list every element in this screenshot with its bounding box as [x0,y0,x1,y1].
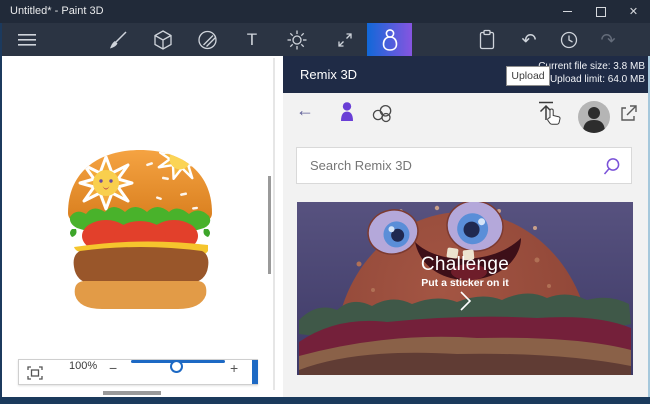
canvas-vertical-scrollbar-track[interactable] [273,58,275,390]
remix-3d-tab-button[interactable] [367,23,412,56]
profile-icon [341,102,353,121]
zoom-out-button[interactable]: − [109,360,117,376]
minimize-icon [562,11,572,12]
account-button[interactable] [578,101,610,138]
fit-to-view-button[interactable] [27,366,43,385]
back-arrow-icon: ← [296,100,314,120]
back-button[interactable]: ← [296,101,314,119]
paste-icon [479,29,495,49]
canvas-horizontal-scrollbar-thumb[interactable] [103,391,161,395]
brushes-tool-button[interactable] [103,23,133,56]
close-icon: ✕ [628,6,639,18]
zoom-slider-thumb[interactable] [170,360,183,373]
brush-icon [110,30,127,48]
challenge-subtitle: Put a sticker on it [421,277,509,289]
share-button[interactable] [620,104,638,127]
sticker-icon [198,30,217,49]
3d-shapes-icon [154,29,172,50]
chevron-right-icon[interactable] [457,290,473,312]
paint3d-window: Untitled* - Paint 3D ✕ T ↶ ↷ 100% − + Re… [0,0,650,404]
file-size-info: Current file size: 3.8 MB Upload limit: … [538,60,645,86]
burger-artwork[interactable] [62,147,218,311]
zoom-in-button[interactable]: + [230,360,238,376]
upload-limit: Upload limit: 64.0 MB [549,74,645,85]
undo-icon: ↶ [521,29,537,50]
fit-to-view-icon [27,366,43,380]
redo-button[interactable]: ↷ [593,23,623,56]
remix-3d-icon [382,28,397,51]
challenge-card[interactable]: Challenge Put a sticker on it [297,202,633,375]
upload-tooltip: Upload [506,66,550,86]
boards-nav-button[interactable] [371,104,394,128]
text-tool-button[interactable]: T [237,23,267,56]
canvas-icon [338,32,352,47]
window-bottom-border [0,397,650,404]
search-icon[interactable] [602,157,621,176]
undo-button[interactable]: ↶ [514,23,544,56]
hand-cursor-icon [547,108,561,125]
effects-icon [287,30,307,49]
3d-shapes-tool-button[interactable] [148,23,178,56]
hamburger-menu-icon [18,33,36,46]
canvas-tool-button[interactable] [330,23,360,56]
zoom-control-bar: 100% − + [18,359,258,385]
effects-tool-button[interactable] [282,23,312,56]
remix-panel-title: Remix 3D [300,67,358,82]
zoom-level-value: 100% [69,360,98,372]
canvas-vertical-scrollbar-thumb[interactable] [268,176,271,274]
search-input[interactable] [297,148,631,183]
stickers-tool-button[interactable] [193,23,223,56]
boards-icon [372,104,392,123]
challenge-title: Challenge [420,254,510,275]
redo-icon: ↷ [600,29,616,50]
minimize-button[interactable] [551,0,583,23]
paste-button[interactable] [472,23,502,56]
window-left-border [0,23,2,404]
maximize-icon [596,6,606,17]
window-title: Untitled* - Paint 3D [10,5,104,17]
current-file-size: Current file size: 3.8 MB [538,61,645,72]
toolbar [0,23,650,56]
close-button[interactable]: ✕ [617,0,650,23]
maximize-button[interactable] [585,0,617,23]
text-icon: T [246,30,258,49]
history-button[interactable] [554,23,584,56]
share-icon [621,105,637,121]
avatar [578,101,610,133]
history-icon [560,31,578,48]
profile-nav-button[interactable] [339,102,355,127]
search-box [296,147,632,184]
zoom-bar-accent [252,360,258,384]
menu-button[interactable] [12,23,42,56]
